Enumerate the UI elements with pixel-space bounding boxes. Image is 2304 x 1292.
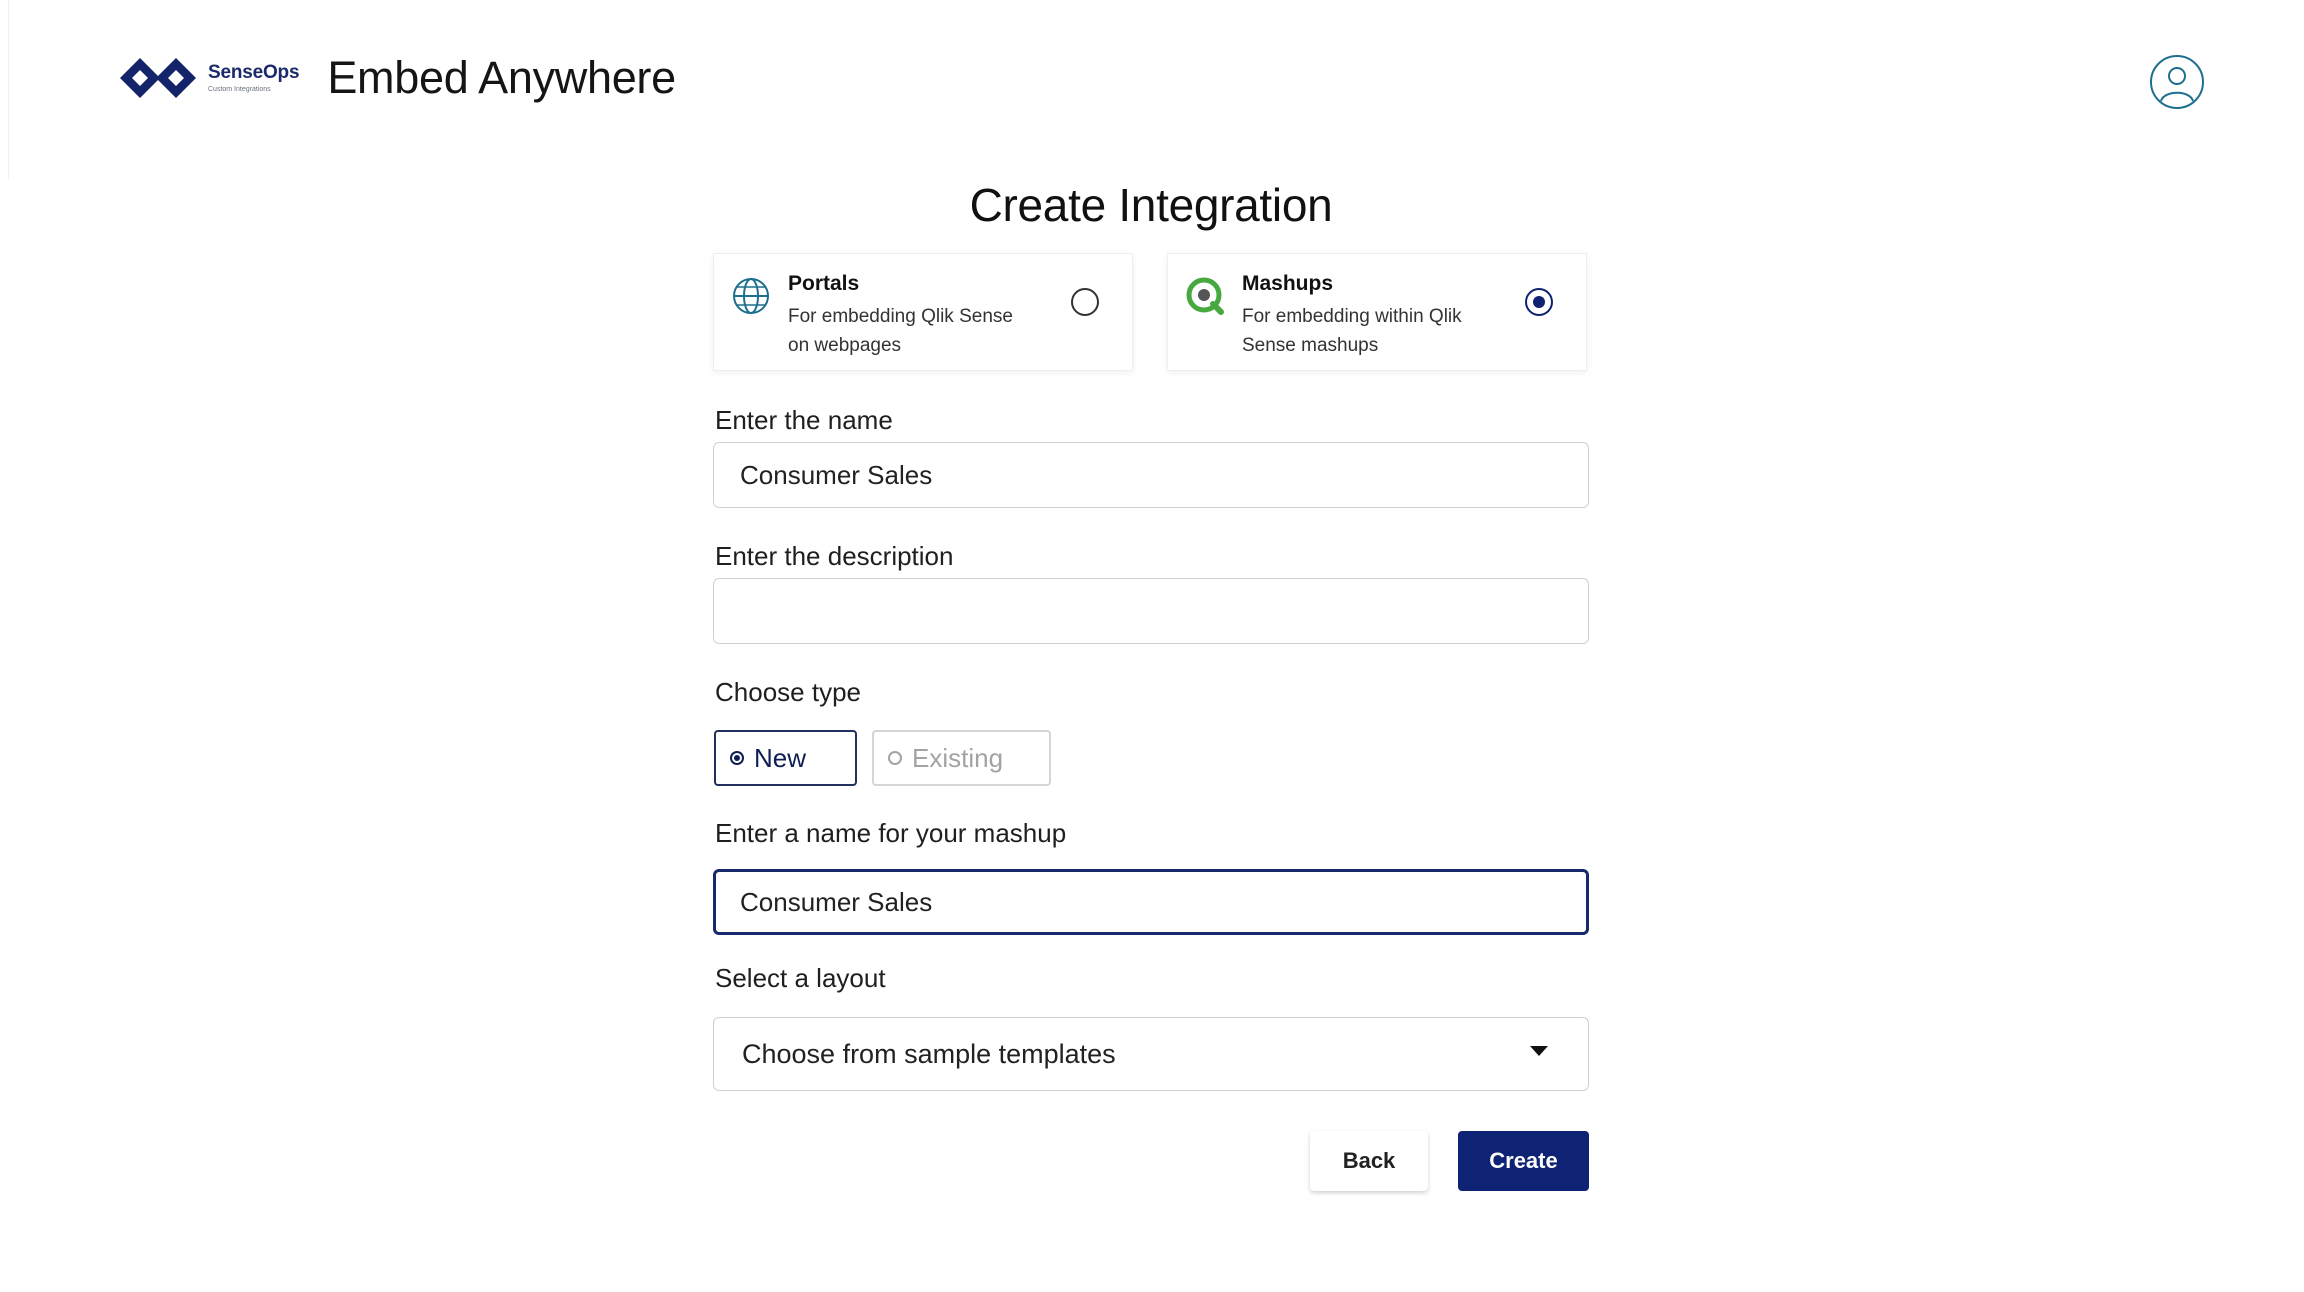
option-description: For embedding Qlik Sense on webpages <box>788 306 1013 356</box>
chevron-down-icon <box>1530 1046 1548 1056</box>
type-existing-label: Existing <box>912 742 1004 773</box>
left-edge-divider <box>0 0 9 180</box>
option-title: Mashups <box>1242 272 1334 295</box>
user-circle-icon <box>2160 67 2194 102</box>
layout-select-value: Choose from sample templates <box>742 1038 1116 1069</box>
user-profile-button[interactable] <box>2150 55 2204 109</box>
option-card-mashups[interactable]: Mashups For embedding within Qlik Sense … <box>1167 253 1587 371</box>
mashup-name-label: Enter a name for your mashup <box>715 818 1067 848</box>
mashup-name-input[interactable]: Consumer Sales <box>713 869 1589 935</box>
app-title: Embed Anywhere <box>327 52 676 103</box>
option-description: For embedding within Qlik Sense mashups <box>1242 306 1462 356</box>
mashups-radio[interactable] <box>1525 288 1553 316</box>
create-button[interactable]: Create <box>1458 1131 1589 1191</box>
description-input[interactable] <box>713 578 1589 644</box>
logo-subtitle: Custom Integrations <box>208 86 271 93</box>
header-brand: SenseOps Custom Integrations Embed Anywh… <box>116 52 676 104</box>
radio-unselected-icon <box>888 751 902 765</box>
type-new-option[interactable]: New <box>714 730 857 786</box>
qlik-icon <box>1186 277 1224 315</box>
type-label: Choose type <box>715 677 861 707</box>
option-title: Portals <box>788 272 860 295</box>
type-existing-option[interactable]: Existing <box>872 730 1051 786</box>
description-label: Enter the description <box>715 541 954 571</box>
logo-name: SenseOps <box>208 62 300 83</box>
senseops-logo-mark-icon <box>120 58 196 98</box>
option-card-portals[interactable]: Portals For embedding Qlik Sense on webp… <box>713 253 1133 371</box>
portals-radio[interactable] <box>1071 288 1099 316</box>
senseops-logo: SenseOps Custom Integrations <box>116 54 300 102</box>
layout-label: Select a layout <box>715 963 886 993</box>
layout-select[interactable]: Choose from sample templates <box>713 1017 1589 1091</box>
name-label: Enter the name <box>715 405 893 435</box>
back-button[interactable]: Back <box>1310 1131 1428 1191</box>
name-input[interactable]: Consumer Sales <box>713 442 1589 508</box>
globe-icon <box>733 278 769 314</box>
radio-selected-icon <box>730 751 744 765</box>
page-title: Create Integration <box>969 179 1333 231</box>
type-new-label: New <box>754 742 807 773</box>
